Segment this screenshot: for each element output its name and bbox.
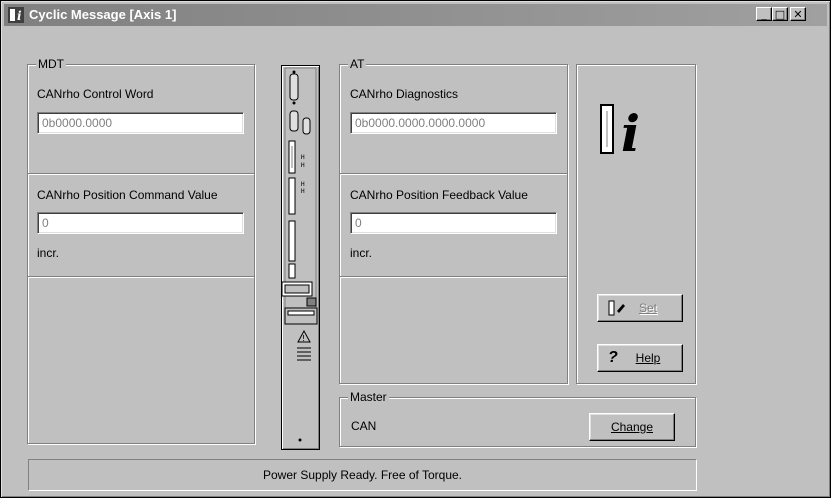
- help-button[interactable]: ? Help: [597, 344, 683, 372]
- cyclic-message-window: i Cyclic Message [Axis 1] _ □ ✕ MDT CANr…: [0, 0, 831, 498]
- mdt-group-title: MDT: [36, 57, 66, 71]
- diagnostics-field[interactable]: 0b0000.0000.0000.0000: [350, 112, 557, 134]
- title-bar[interactable]: i Cyclic Message [Axis 1] _ □ ✕: [4, 4, 827, 26]
- status-bar: Power Supply Ready. Free of Torque.: [28, 459, 697, 491]
- master-group: Master CAN Change: [339, 390, 696, 447]
- control-word-label: CANrho Control Word: [37, 87, 154, 101]
- mdt-divider-1: [28, 173, 254, 175]
- at-group-title: AT: [348, 57, 367, 71]
- close-button[interactable]: ✕: [790, 7, 806, 21]
- position-command-label: CANrho Position Command Value: [37, 188, 218, 202]
- drive-module-icon: H H H H !: [281, 67, 318, 442]
- info-panel: i Set ? Help: [576, 64, 696, 384]
- minimize-button[interactable]: _: [756, 7, 772, 21]
- maximize-button[interactable]: □: [772, 7, 788, 21]
- drive-info-icon: i: [600, 104, 640, 159]
- svg-text:H: H: [301, 188, 305, 195]
- at-divider-1: [340, 173, 567, 175]
- status-text: Power Supply Ready. Free of Torque.: [263, 468, 462, 482]
- change-button[interactable]: Change: [589, 413, 675, 441]
- set-button-label: Set: [638, 301, 657, 315]
- master-group-title: Master: [348, 390, 389, 404]
- at-divider-2: [340, 276, 567, 278]
- position-feedback-field[interactable]: 0: [350, 212, 557, 234]
- diagnostics-label: CANrho Diagnostics: [350, 87, 459, 101]
- svg-text:i: i: [621, 104, 640, 159]
- help-icon: ?: [608, 349, 618, 366]
- svg-text:i: i: [17, 9, 22, 23]
- master-value: CAN: [351, 419, 377, 433]
- set-button[interactable]: Set: [597, 294, 683, 322]
- mdt-group: MDT CANrho Control Word 0b0000.0000 CANr…: [27, 57, 255, 444]
- mdt-divider-2: [28, 276, 254, 278]
- set-icon: [608, 300, 625, 316]
- control-word-field[interactable]: 0b0000.0000: [37, 112, 244, 134]
- position-command-field[interactable]: 0: [37, 212, 244, 234]
- change-button-label: Change: [610, 420, 654, 434]
- at-group: AT CANrho Diagnostics 0b0000.0000.0000.0…: [339, 57, 568, 384]
- svg-text:!: !: [302, 334, 305, 343]
- app-icon: i: [8, 7, 24, 23]
- help-button-label: Help: [635, 351, 661, 365]
- drive-device-illustration: H H H H !: [281, 65, 320, 450]
- position-feedback-label: CANrho Position Feedback Value: [350, 188, 528, 202]
- svg-text:H: H: [301, 154, 305, 161]
- window-title: Cyclic Message [Axis 1]: [29, 7, 177, 22]
- at-unit-label: incr.: [350, 246, 373, 260]
- svg-text:H: H: [301, 162, 305, 169]
- mdt-unit-label: incr.: [37, 246, 60, 260]
- svg-text:H: H: [301, 181, 305, 188]
